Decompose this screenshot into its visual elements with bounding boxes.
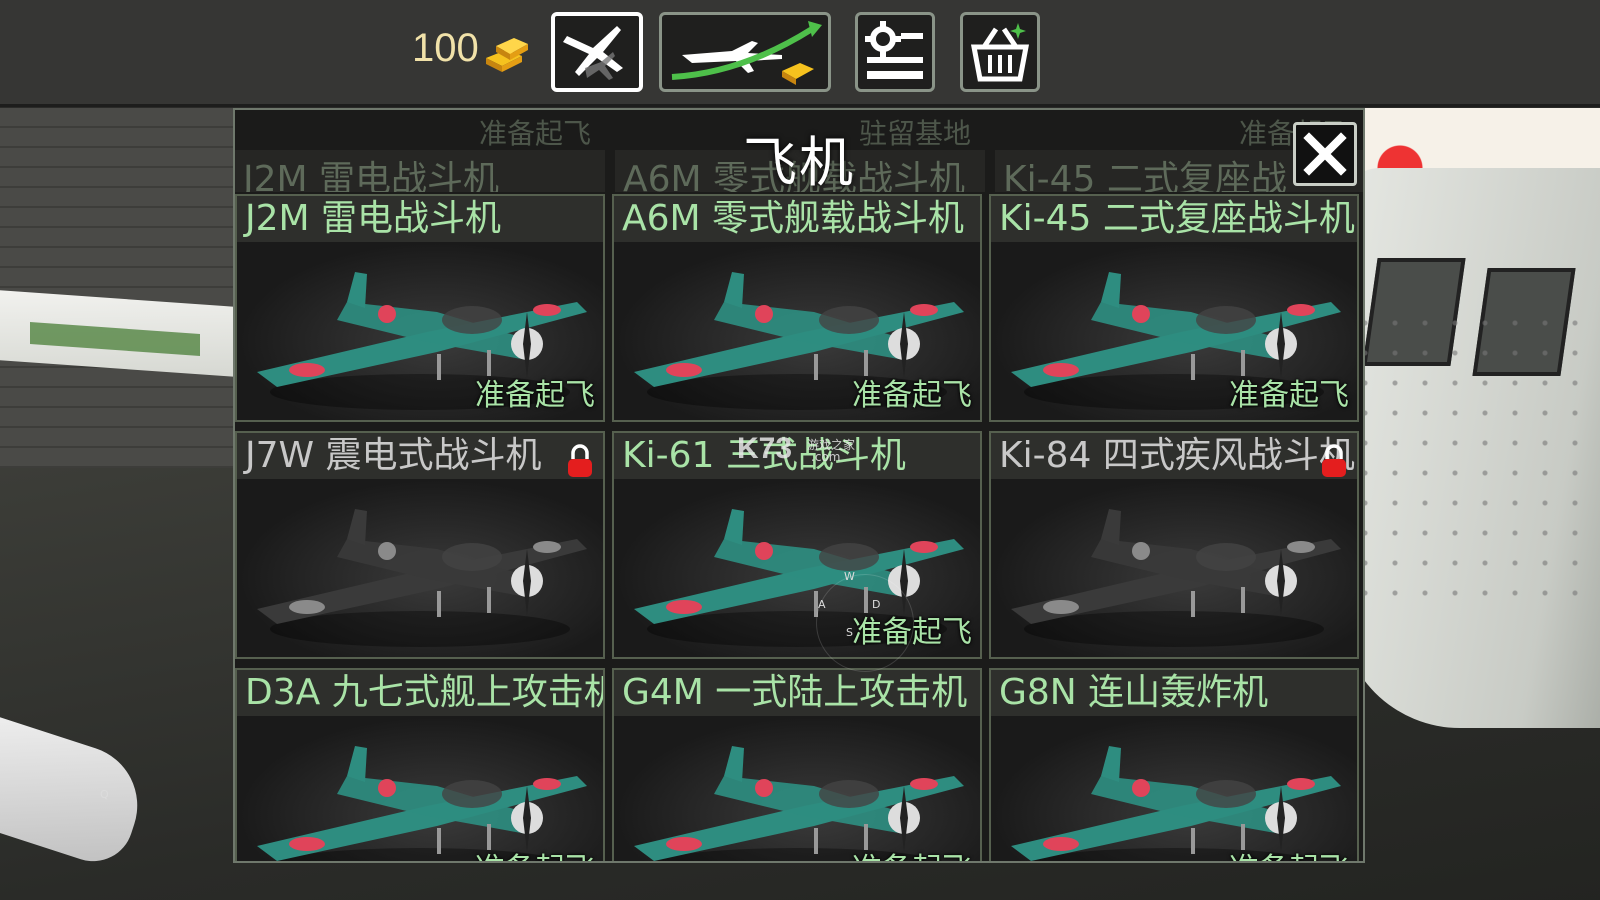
close-button[interactable] bbox=[1293, 122, 1357, 186]
joystick-key-w: W bbox=[844, 570, 855, 583]
aircraft-name: Ki-61 三式战斗机 bbox=[614, 433, 980, 479]
aircraft-card[interactable]: A6M 零式舰载战斗机准备起飞 bbox=[612, 194, 982, 422]
aircraft-panel: 准备起飞 驻留基地 准备起飞 J2M 雷电战斗机 A6M 零式舰载战斗机 Ki-… bbox=[233, 108, 1365, 863]
aircraft-name: G8N 连山轰炸机 bbox=[991, 670, 1357, 716]
settings-button[interactable] bbox=[855, 12, 935, 92]
gold-bars-icon bbox=[486, 38, 528, 72]
aircraft-status-ready: 准备起飞 bbox=[475, 844, 595, 861]
shop-basket-icon bbox=[970, 23, 1030, 82]
watermark-logo: K73 bbox=[737, 432, 793, 465]
aircraft-image bbox=[614, 716, 980, 861]
aircraft-name: Ki-84 四式疾风战斗机 bbox=[991, 433, 1357, 479]
aircraft-name: J7W 震电式战斗机 bbox=[237, 433, 603, 479]
aircraft-card[interactable]: G4M 一式陆上攻击机准备起飞 bbox=[612, 668, 982, 861]
corner-key-label: Q bbox=[100, 788, 109, 801]
aircraft-image bbox=[991, 479, 1357, 657]
close-icon bbox=[1303, 132, 1347, 176]
aircraft-model-icon bbox=[634, 746, 964, 861]
top-bar: 100 bbox=[0, 0, 1600, 107]
watermark-domain: .com bbox=[811, 450, 841, 464]
aircraft-name: J2M 雷电战斗机 bbox=[237, 196, 603, 242]
gold-amount: 100 bbox=[412, 26, 479, 70]
aircraft-card[interactable]: J7W 震电式战斗机 bbox=[235, 431, 605, 659]
joystick-key-s: S bbox=[846, 626, 853, 639]
virtual-joystick[interactable] bbox=[816, 574, 914, 672]
lock-icon bbox=[565, 443, 595, 479]
aircraft-card[interactable]: Ki-61 三式战斗机 准备起飞 bbox=[612, 431, 982, 659]
joystick-key-d: D bbox=[872, 598, 881, 611]
aircraft-status-ready: 准备起飞 bbox=[475, 378, 595, 413]
aircraft-name: D3A 九七式舰上攻击机 bbox=[237, 670, 603, 716]
shop-button[interactable] bbox=[960, 12, 1040, 92]
joystick-key-a: A bbox=[818, 598, 826, 611]
aircraft-name: A6M 零式舰载战斗机 bbox=[614, 196, 980, 242]
aircraft-image bbox=[991, 716, 1357, 861]
aircraft-model-icon bbox=[1011, 746, 1341, 861]
aircraft-status-ready: 准备起飞 bbox=[1229, 844, 1349, 861]
aircraft-name: G4M 一式陆上攻击机 bbox=[614, 670, 980, 716]
upgrade-button[interactable] bbox=[659, 12, 831, 92]
aircraft-icon bbox=[563, 26, 623, 80]
aircraft-grid: J2M 雷电战斗机 准备起飞 A6M 零式舰载战斗机 准备起飞 Ki-45 二式复座战斗… bbox=[235, 194, 1363, 861]
aircraft-card[interactable]: Ki-45 二式复座战斗机准备起飞 bbox=[989, 194, 1359, 422]
aircraft-card[interactable]: J2M 雷电战斗机准备起飞 bbox=[235, 194, 605, 422]
settings-gear-icon bbox=[865, 21, 923, 79]
aircraft-model-icon bbox=[257, 509, 587, 647]
aircraft-card[interactable]: D3A 九七式舰上攻击机准备起飞 bbox=[235, 668, 605, 861]
aircraft-status-ready: 准备起飞 bbox=[852, 844, 972, 861]
fuselage-rivets bbox=[1350, 308, 1590, 608]
aircraft-status-ready: 准备起飞 bbox=[852, 378, 972, 413]
aircraft-select-button[interactable] bbox=[551, 12, 643, 92]
aircraft-image bbox=[237, 716, 603, 861]
aircraft-model-icon bbox=[257, 746, 587, 861]
aircraft-card[interactable]: G8N 连山轰炸机准备起飞 bbox=[989, 668, 1359, 861]
aircraft-name: Ki-45 二式复座战斗机 bbox=[991, 196, 1357, 242]
lock-icon bbox=[1319, 443, 1349, 479]
aircraft-status-ready: 准备起飞 bbox=[1229, 378, 1349, 413]
aircraft-model-icon bbox=[1011, 509, 1341, 647]
panel-title: 飞机 bbox=[743, 131, 855, 194]
plane-upgrade-icon bbox=[671, 21, 822, 85]
aircraft-card[interactable]: Ki-84 四式疾风战斗机 bbox=[989, 431, 1359, 659]
aircraft-image bbox=[237, 479, 603, 657]
